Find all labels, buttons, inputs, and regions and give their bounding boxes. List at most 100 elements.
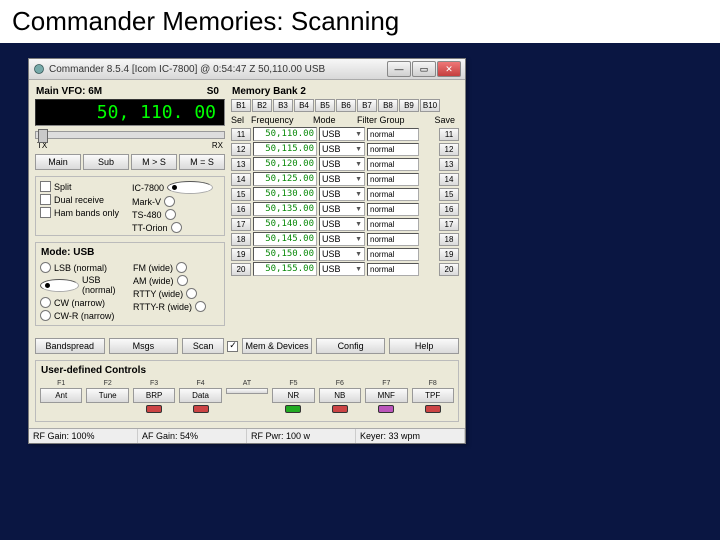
mem-mode-select[interactable]: USB▼ (319, 127, 365, 141)
mem-mode-select[interactable]: USB▼ (319, 262, 365, 276)
scan-checkbox[interactable]: ✓ (227, 341, 238, 352)
mem-frequency-field[interactable]: 50,125.00 (253, 172, 317, 186)
mem-frequency-field[interactable]: 50,110.00 (253, 127, 317, 141)
bank-btn-8[interactable]: B8 (378, 99, 398, 112)
main-button[interactable]: Main (35, 154, 81, 170)
udc-fn-label: AT (226, 380, 268, 387)
mem-mode-select[interactable]: USB▼ (319, 187, 365, 201)
minimize-button[interactable]: — (387, 61, 411, 77)
msgs-button[interactable]: Msgs (109, 338, 179, 354)
scan-button[interactable]: Scan (182, 338, 224, 354)
rig-markv[interactable]: Mark-V (132, 196, 220, 207)
mem-save-button[interactable]: 20 (439, 263, 459, 276)
udc-at[interactable]: AT (226, 380, 268, 415)
udc-mnf[interactable]: F7MNF (365, 380, 407, 415)
mem-mode-select[interactable]: USB▼ (319, 172, 365, 186)
mem-select-button[interactable]: 18 (231, 233, 251, 246)
mem-filter-field[interactable]: normal (367, 143, 419, 156)
bank-btn-9[interactable]: B9 (399, 99, 419, 112)
mem-mode-select[interactable]: USB▼ (319, 247, 365, 261)
mem-select-button[interactable]: 15 (231, 188, 251, 201)
udc-data[interactable]: F4Data (179, 380, 221, 415)
tuning-slider[interactable] (35, 131, 225, 139)
udc-nb[interactable]: F6NB (319, 380, 361, 415)
mem-select-button[interactable]: 17 (231, 218, 251, 231)
mem-filter-field[interactable]: normal (367, 173, 419, 186)
mode-rtty[interactable]: RTTY (wide) (133, 288, 220, 299)
bank-btn-1[interactable]: B1 (231, 99, 251, 112)
mem-filter-field[interactable]: normal (367, 128, 419, 141)
mem-frequency-field[interactable]: 50,120.00 (253, 157, 317, 171)
mem-select-button[interactable]: 13 (231, 158, 251, 171)
ham-bands-checkbox[interactable]: Ham bands only (40, 207, 128, 218)
mem-filter-field[interactable]: normal (367, 248, 419, 261)
mem-frequency-field[interactable]: 50,155.00 (253, 262, 317, 276)
mem-select-button[interactable]: 14 (231, 173, 251, 186)
bank-btn-6[interactable]: B6 (336, 99, 356, 112)
udc-tune[interactable]: F2Tune (86, 380, 128, 415)
mode-usb[interactable]: USB (normal) (40, 275, 127, 295)
mem-mode-select[interactable]: USB▼ (319, 202, 365, 216)
mem-save-button[interactable]: 15 (439, 188, 459, 201)
close-button[interactable]: ✕ (437, 61, 461, 77)
mem-frequency-field[interactable]: 50,150.00 (253, 247, 317, 261)
mem-select-button[interactable]: 12 (231, 143, 251, 156)
bank-btn-3[interactable]: B3 (273, 99, 293, 112)
split-checkbox[interactable]: Split (40, 181, 128, 192)
rig-ts480[interactable]: TS-480 (132, 209, 220, 220)
mem-mode-select[interactable]: USB▼ (319, 232, 365, 246)
mem-filter-field[interactable]: normal (367, 218, 419, 231)
mem-mode-select[interactable]: USB▼ (319, 157, 365, 171)
mem-filter-field[interactable]: normal (367, 263, 419, 276)
mem-frequency-field[interactable]: 50,135.00 (253, 202, 317, 216)
bank-btn-4[interactable]: B4 (294, 99, 314, 112)
mem-save-button[interactable]: 17 (439, 218, 459, 231)
mem-devices-button[interactable]: Mem & Devices (242, 338, 312, 354)
vfo-swap-button[interactable]: M > S (131, 154, 177, 170)
help-button[interactable]: Help (389, 338, 459, 354)
mem-frequency-field[interactable]: 50,140.00 (253, 217, 317, 231)
udc-brp[interactable]: F3BRP (133, 380, 175, 415)
mem-filter-field[interactable]: normal (367, 203, 419, 216)
bandspread-button[interactable]: Bandspread (35, 338, 105, 354)
vfo-copy-button[interactable]: M = S (179, 154, 225, 170)
rig-orion[interactable]: TT-Orion (132, 222, 220, 233)
mem-mode-select[interactable]: USB▼ (319, 217, 365, 231)
mode-fm[interactable]: FM (wide) (133, 262, 220, 273)
mem-select-button[interactable]: 16 (231, 203, 251, 216)
bank-btn-5[interactable]: B5 (315, 99, 335, 112)
maximize-button[interactable]: ▭ (412, 61, 436, 77)
mem-select-button[interactable]: 20 (231, 263, 251, 276)
mem-save-button[interactable]: 13 (439, 158, 459, 171)
udc-ant[interactable]: F1Ant (40, 380, 82, 415)
mem-save-button[interactable]: 18 (439, 233, 459, 246)
mode-cwr[interactable]: CW-R (narrow) (40, 310, 127, 321)
bank-btn-10[interactable]: B10 (420, 99, 440, 112)
sub-button[interactable]: Sub (83, 154, 129, 170)
mode-rttyr[interactable]: RTTY-R (wide) (133, 301, 220, 312)
bank-btn-2[interactable]: B2 (252, 99, 272, 112)
mem-frequency-field[interactable]: 50,130.00 (253, 187, 317, 201)
udc-nr[interactable]: F5NR (272, 380, 314, 415)
config-button[interactable]: Config (316, 338, 386, 354)
mem-save-button[interactable]: 11 (439, 128, 459, 141)
mem-filter-field[interactable]: normal (367, 158, 419, 171)
mem-filter-field[interactable]: normal (367, 188, 419, 201)
mem-select-button[interactable]: 11 (231, 128, 251, 141)
mode-am[interactable]: AM (wide) (133, 275, 220, 286)
mem-frequency-field[interactable]: 50,145.00 (253, 232, 317, 246)
mode-lsb[interactable]: LSB (normal) (40, 262, 127, 273)
mem-save-button[interactable]: 14 (439, 173, 459, 186)
mem-filter-field[interactable]: normal (367, 233, 419, 246)
rig-7800[interactable]: IC-7800 (132, 181, 220, 194)
bank-btn-7[interactable]: B7 (357, 99, 377, 112)
dual-receive-checkbox[interactable]: Dual receive (40, 194, 128, 205)
mem-select-button[interactable]: 19 (231, 248, 251, 261)
mem-save-button[interactable]: 12 (439, 143, 459, 156)
mem-mode-select[interactable]: USB▼ (319, 142, 365, 156)
mem-frequency-field[interactable]: 50,115.00 (253, 142, 317, 156)
mem-save-button[interactable]: 16 (439, 203, 459, 216)
udc-tpf[interactable]: F8TPF (412, 380, 454, 415)
mem-save-button[interactable]: 19 (439, 248, 459, 261)
mode-cw[interactable]: CW (narrow) (40, 297, 127, 308)
